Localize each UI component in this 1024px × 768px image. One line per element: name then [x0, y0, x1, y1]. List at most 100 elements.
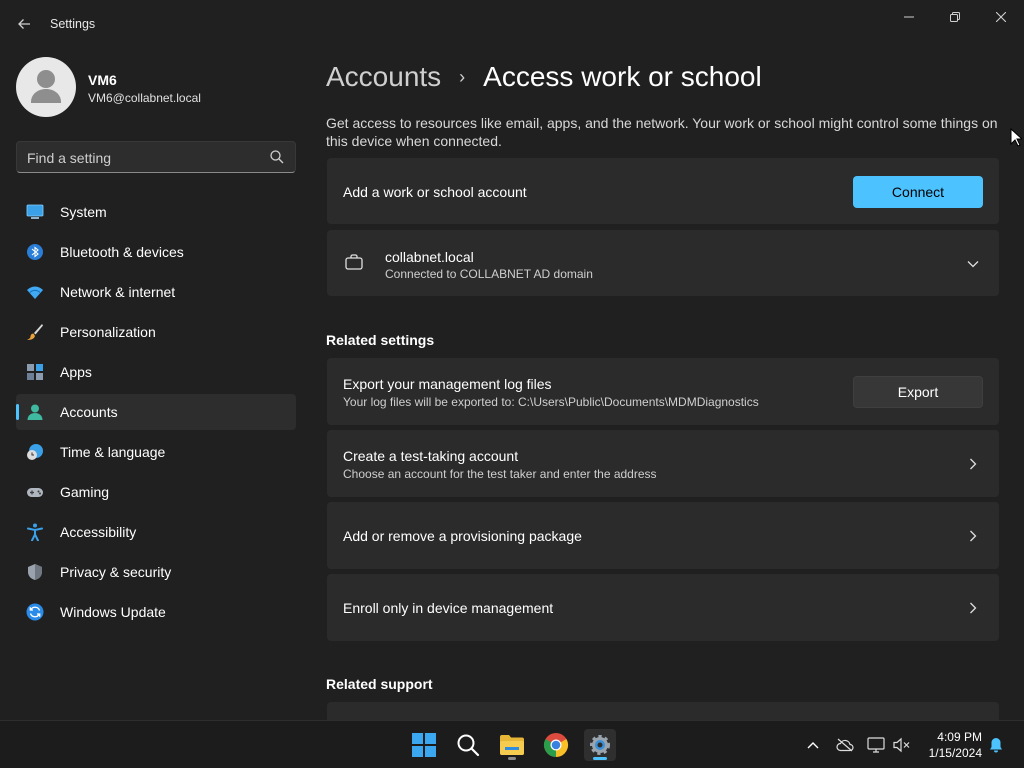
user-name: VM6	[88, 72, 117, 88]
close-button[interactable]	[978, 6, 1024, 28]
briefcase-icon	[345, 254, 363, 270]
settings-taskbar-button[interactable]	[584, 729, 616, 761]
sidebar-item-time-language[interactable]: Time & language	[16, 434, 296, 470]
sidebar-item-personalization[interactable]: Personalization	[16, 314, 296, 350]
chrome-button[interactable]	[540, 729, 572, 761]
account-status: Connected to COLLABNET AD domain	[385, 267, 593, 281]
sidebar-item-apps[interactable]: Apps	[16, 354, 296, 390]
connected-account-card[interactable]: collabnet.local Connected to COLLABNET A…	[327, 230, 999, 296]
gear-icon	[590, 735, 610, 755]
sidebar-item-bluetooth[interactable]: Bluetooth & devices	[16, 234, 296, 270]
sidebar-item-label: Privacy & security	[60, 564, 172, 580]
running-indicator	[593, 757, 607, 760]
network-button[interactable]	[866, 735, 886, 755]
export-logs-card: Export your management log files Your lo…	[327, 358, 999, 425]
enroll-device-management-card[interactable]: Enroll only in device management	[327, 574, 999, 641]
sidebar-item-privacy-security[interactable]: Privacy & security	[16, 554, 296, 590]
apps-icon	[27, 364, 43, 380]
export-button[interactable]: Export	[853, 376, 983, 408]
chevron-right-icon: ›	[459, 66, 466, 87]
chevron-right-icon	[970, 530, 977, 542]
add-account-title: Add a work or school account	[343, 184, 527, 200]
sidebar-item-label: Accounts	[60, 404, 118, 420]
speaker-muted-icon	[893, 737, 910, 753]
provisioning-package-card[interactable]: Add or remove a provisioning package	[327, 502, 999, 569]
user-silhouette-icon	[31, 70, 61, 103]
sidebar-item-label: Personalization	[60, 324, 156, 340]
search-icon	[457, 734, 480, 757]
network-icon	[867, 737, 885, 753]
bluetooth-icon	[27, 244, 43, 260]
account-domain: collabnet.local	[385, 249, 474, 265]
sidebar-item-network[interactable]: Network & internet	[16, 274, 296, 310]
related-support-card[interactable]	[327, 702, 999, 720]
user-email: VM6@collabnet.local	[88, 91, 201, 105]
sidebar-item-accounts[interactable]: Accounts	[16, 394, 296, 430]
cloud-offline-icon	[836, 738, 854, 752]
search-placeholder: Find a setting	[27, 150, 112, 166]
sidebar-item-windows-update[interactable]: Windows Update	[16, 594, 296, 630]
volume-button[interactable]	[892, 735, 912, 755]
globe-clock-icon	[27, 444, 43, 460]
chevron-right-icon	[970, 602, 977, 614]
test-account-subtitle: Choose an account for the test taker and…	[343, 467, 657, 481]
taskbar: 4:09 PM 1/15/2024	[0, 720, 1024, 768]
folder-icon	[500, 735, 524, 755]
back-button[interactable]	[12, 12, 36, 36]
chevron-down-icon[interactable]	[967, 258, 979, 270]
minimize-button[interactable]	[886, 6, 932, 28]
windows-logo-icon	[412, 733, 436, 757]
test-account-card[interactable]: Create a test-taking account Choose an a…	[327, 430, 999, 497]
restore-button[interactable]	[932, 6, 978, 28]
sidebar-item-label: System	[60, 204, 107, 220]
breadcrumb-parent-link[interactable]: Accounts	[326, 61, 441, 93]
shield-icon	[28, 564, 42, 580]
sidebar-item-label: Bluetooth & devices	[60, 244, 184, 260]
sidebar-nav: System Bluetooth & devices Network & int…	[16, 194, 296, 634]
chrome-icon	[543, 733, 569, 757]
notifications-button[interactable]	[986, 735, 1006, 755]
page-description: Get access to resources like email, apps…	[326, 115, 998, 149]
bell-icon	[990, 738, 1002, 753]
sidebar-item-label: Apps	[60, 364, 92, 380]
restore-icon	[950, 12, 960, 22]
sidebar-item-accessibility[interactable]: Accessibility	[16, 514, 296, 550]
sidebar-item-gaming[interactable]: Gaming	[16, 474, 296, 510]
close-icon	[996, 12, 1006, 22]
show-hidden-icons-button[interactable]	[803, 735, 823, 755]
minimize-icon	[904, 16, 914, 18]
sidebar-item-label: Gaming	[60, 484, 110, 500]
back-arrow-icon	[18, 19, 30, 29]
avatar[interactable]	[16, 57, 76, 117]
sidebar-item-label: Windows Update	[60, 604, 166, 620]
export-logs-path: Your log files will be exported to: C:\U…	[343, 395, 759, 409]
connect-button[interactable]: Connect	[853, 176, 983, 208]
onedrive-button[interactable]	[835, 735, 855, 755]
search-icon	[270, 150, 284, 164]
export-logs-title: Export your management log files	[343, 376, 552, 392]
wifi-icon	[27, 286, 43, 299]
sidebar-item-label: Accessibility	[60, 524, 137, 540]
related-support-heading: Related support	[326, 676, 433, 692]
accounts-icon	[27, 404, 43, 420]
clock[interactable]: 4:09 PM 1/15/2024	[918, 729, 982, 761]
title-bar: Settings	[0, 0, 1024, 48]
test-account-title: Create a test-taking account	[343, 448, 519, 464]
start-button[interactable]	[408, 729, 440, 761]
file-explorer-button[interactable]	[496, 729, 528, 761]
related-settings-heading: Related settings	[326, 332, 435, 348]
app-title: Settings	[50, 17, 96, 31]
sidebar-item-system[interactable]: System	[16, 194, 296, 230]
clock-time: 4:09 PM	[937, 730, 982, 744]
gamepad-icon	[27, 488, 43, 497]
chevron-right-icon	[970, 458, 977, 470]
system-icon	[26, 204, 44, 219]
accessibility-icon	[27, 523, 43, 541]
add-account-card: Add a work or school account Connect	[327, 158, 999, 224]
search-input[interactable]: Find a setting	[16, 141, 296, 173]
brush-icon	[27, 324, 43, 340]
page-title: Access work or school	[483, 61, 762, 92]
sidebar-item-label: Time & language	[60, 444, 166, 460]
taskbar-search-button[interactable]	[452, 729, 484, 761]
breadcrumb: Accounts › Access work or school	[326, 57, 762, 97]
